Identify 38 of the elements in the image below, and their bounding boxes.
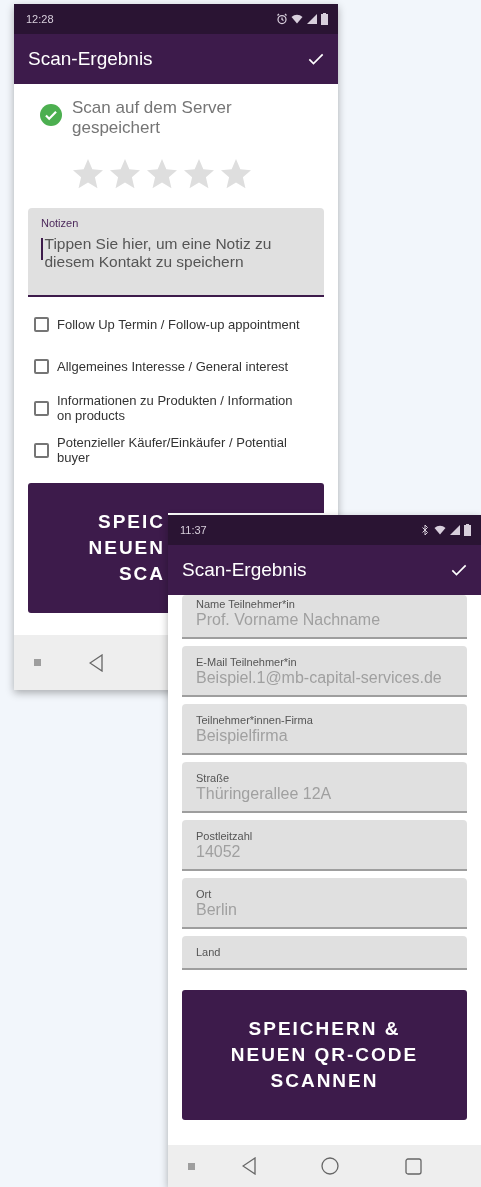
checkbox[interactable] — [34, 316, 49, 332]
form-field[interactable]: Ort Berlin — [182, 878, 467, 929]
checkbox-label: Potenzieller Käufer/Einkäufer / Potential buyer — [57, 435, 288, 465]
signal-icon — [306, 13, 318, 25]
form-field[interactable]: Name Teilnehmer*in Prof. Vorname Nachname — [182, 595, 467, 639]
screen-title: Scan-Ergebnis — [182, 559, 307, 581]
alarm-icon — [276, 13, 288, 25]
recents-button[interactable] — [405, 1157, 422, 1175]
back-button[interactable] — [242, 1157, 256, 1175]
save-and-scan-button[interactable]: SPEICHERN & NEUEN QR-CODE SCANNEN — [182, 990, 467, 1120]
back-button[interactable] — [89, 653, 103, 672]
checkbox[interactable] — [34, 442, 49, 458]
checkbox-label: Allgemeines Interesse / General interest — [57, 358, 289, 374]
checkbox-label: Follow Up Termin / Follow-up appointment — [57, 316, 300, 332]
wifi-icon — [291, 13, 303, 25]
signal-icon — [449, 524, 461, 536]
nav-dot-button[interactable] — [34, 659, 41, 666]
checkbox[interactable] — [34, 400, 49, 416]
checkbox[interactable] — [34, 358, 49, 374]
success-icon — [40, 104, 62, 126]
notes-field[interactable]: Notizen Tippen Sie hier, um eine Notiz zu diesem Kontakt zu speichern — [28, 208, 324, 297]
bluetooth-icon — [419, 524, 431, 536]
screen-title: Scan-Ergebnis — [28, 48, 153, 70]
checkbox-label: Informationen zu Produkten / Information on products — [57, 393, 294, 423]
battery-icon — [321, 13, 328, 25]
status-time: 12:28 — [26, 13, 54, 25]
home-button[interactable] — [321, 1157, 339, 1175]
save-status-text: Scan auf dem Server gespeichert — [72, 98, 233, 138]
battery-icon — [464, 524, 471, 536]
nav-dot-button[interactable] — [188, 1162, 195, 1170]
status-time: 11:37 — [180, 524, 207, 536]
form-field[interactable]: E-Mail Teilnehmer*in Beispiel.1@mb-capital-services.de — [182, 646, 467, 697]
save-and-scan-button[interactable]: SPEIC NEUEN SCA — [28, 483, 168, 613]
form-field[interactable]: Teilnehmer*innen-Firma Beispielfirma — [182, 704, 467, 755]
form-field[interactable]: Straße Thüringerallee 12A — [182, 762, 467, 813]
form-field[interactable]: Land — [182, 936, 467, 970]
wifi-icon — [434, 524, 446, 536]
form-field[interactable]: Postleitzahl 14052 — [182, 820, 467, 871]
